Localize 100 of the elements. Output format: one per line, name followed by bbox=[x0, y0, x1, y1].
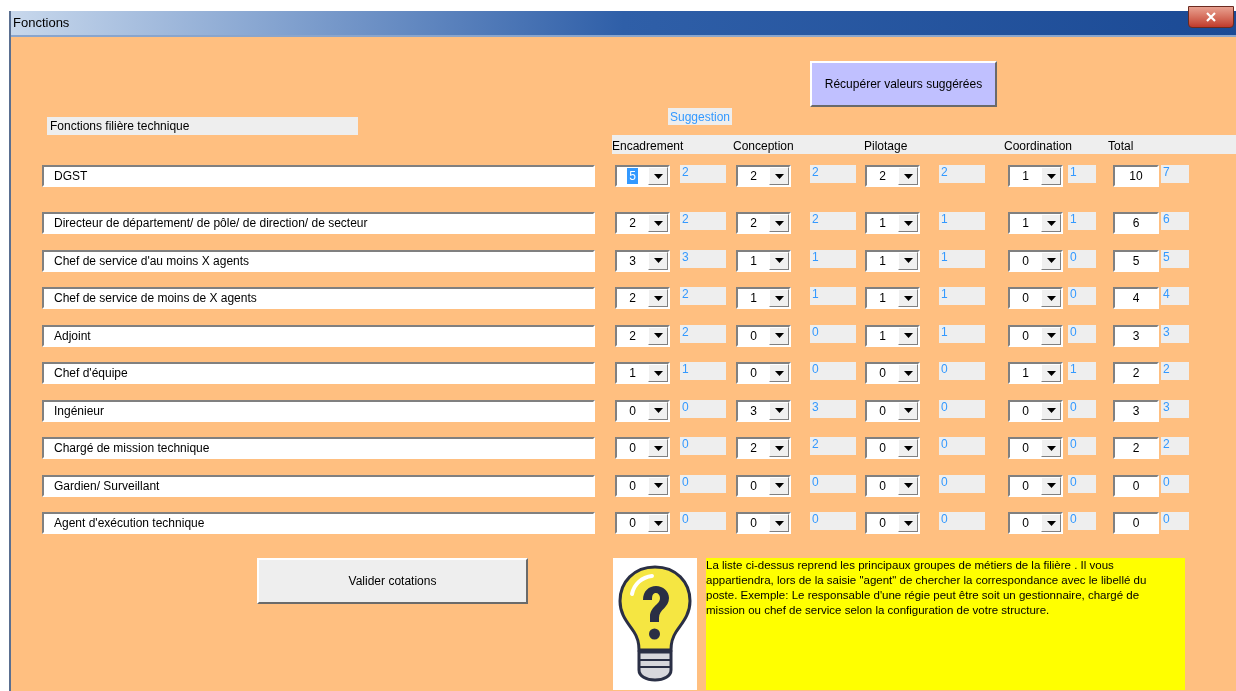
dropdown[interactable]: 1 bbox=[736, 249, 791, 272]
dropdown-button[interactable] bbox=[898, 289, 918, 307]
dropdown[interactable]: 2 bbox=[736, 165, 791, 187]
dropdown[interactable]: 1 bbox=[736, 287, 791, 309]
dropdown[interactable]: 0 bbox=[615, 474, 670, 497]
function-name-field[interactable]: Chef de service de moins de X agents bbox=[42, 287, 595, 309]
dropdown-button[interactable] bbox=[648, 401, 668, 420]
dropdown-button[interactable] bbox=[898, 251, 918, 270]
dropdown[interactable]: 0 bbox=[1008, 512, 1063, 534]
total-field[interactable]: 3 bbox=[1113, 399, 1159, 422]
dropdown-button[interactable] bbox=[1041, 326, 1061, 345]
validate-button[interactable]: Valider cotations bbox=[257, 557, 528, 604]
dropdown-button[interactable] bbox=[1041, 289, 1061, 307]
dropdown-button[interactable] bbox=[898, 167, 918, 185]
dropdown-button[interactable] bbox=[648, 167, 668, 185]
total-field[interactable]: 10 bbox=[1113, 165, 1159, 187]
total-field[interactable]: 6 bbox=[1113, 212, 1159, 234]
dropdown-button[interactable] bbox=[898, 439, 918, 457]
dropdown-button[interactable] bbox=[769, 476, 789, 495]
dropdown-button[interactable] bbox=[1041, 514, 1061, 532]
function-name-field[interactable]: Chef de service d'au moins X agents bbox=[42, 249, 595, 272]
total-field[interactable]: 4 bbox=[1113, 287, 1159, 309]
dropdown-button[interactable] bbox=[1041, 476, 1061, 495]
dropdown-button[interactable] bbox=[769, 514, 789, 532]
dropdown[interactable]: 0 bbox=[615, 437, 670, 459]
dropdown-button[interactable] bbox=[1041, 364, 1061, 382]
dropdown-button[interactable] bbox=[769, 251, 789, 270]
dropdown[interactable]: 2 bbox=[615, 212, 670, 234]
dropdown-button[interactable] bbox=[898, 326, 918, 345]
dropdown-button[interactable] bbox=[648, 439, 668, 457]
total-field[interactable]: 0 bbox=[1113, 474, 1159, 497]
dropdown-button[interactable] bbox=[1041, 167, 1061, 185]
dropdown[interactable]: 2 bbox=[736, 212, 791, 234]
dropdown-button[interactable] bbox=[898, 476, 918, 495]
dropdown[interactable]: 0 bbox=[736, 362, 791, 384]
dropdown[interactable]: 0 bbox=[615, 399, 670, 422]
dropdown[interactable]: 1 bbox=[615, 362, 670, 384]
suggest-values-button[interactable]: Récupérer valeurs suggérées bbox=[810, 61, 997, 107]
dropdown-button[interactable] bbox=[769, 289, 789, 307]
dropdown[interactable]: 3 bbox=[615, 249, 670, 272]
dropdown-button[interactable] bbox=[1041, 251, 1061, 270]
dropdown-button[interactable] bbox=[648, 514, 668, 532]
dropdown-button[interactable] bbox=[769, 401, 789, 420]
dropdown-button[interactable] bbox=[769, 326, 789, 345]
dropdown-button[interactable] bbox=[898, 401, 918, 420]
dropdown[interactable]: 0 bbox=[865, 399, 920, 422]
dropdown[interactable]: 0 bbox=[1008, 437, 1063, 459]
dropdown-button[interactable] bbox=[769, 214, 789, 232]
total-field[interactable]: 2 bbox=[1113, 437, 1159, 459]
dropdown-button[interactable] bbox=[648, 214, 668, 232]
dropdown-button[interactable] bbox=[898, 364, 918, 382]
dropdown[interactable]: 0 bbox=[1008, 399, 1063, 422]
dropdown-button[interactable] bbox=[1041, 214, 1061, 232]
dropdown-button[interactable] bbox=[648, 476, 668, 495]
dropdown[interactable]: 2 bbox=[736, 437, 791, 459]
dropdown[interactable]: 1 bbox=[1008, 212, 1063, 234]
dropdown[interactable]: 0 bbox=[615, 512, 670, 534]
dropdown[interactable]: 0 bbox=[865, 512, 920, 534]
dropdown-button[interactable] bbox=[769, 439, 789, 457]
dropdown[interactable]: 3 bbox=[736, 399, 791, 422]
dropdown[interactable]: 0 bbox=[865, 437, 920, 459]
dropdown-button[interactable] bbox=[1041, 439, 1061, 457]
function-name-field[interactable]: Chargé de mission technique bbox=[42, 437, 595, 459]
function-name-field[interactable]: Chef d'équipe bbox=[42, 362, 595, 384]
total-field[interactable]: 5 bbox=[1113, 249, 1159, 272]
function-name-field[interactable]: DGST bbox=[42, 165, 595, 187]
dropdown-button[interactable] bbox=[648, 364, 668, 382]
dropdown-button[interactable] bbox=[648, 251, 668, 270]
dropdown[interactable]: 0 bbox=[736, 512, 791, 534]
function-name-field[interactable]: Directeur de département/ de pôle/ de direction/ de secteur bbox=[42, 212, 595, 234]
total-field[interactable]: 0 bbox=[1113, 512, 1159, 534]
dropdown[interactable]: 2 bbox=[615, 287, 670, 309]
dropdown[interactable]: 2 bbox=[615, 324, 670, 347]
dropdown-button[interactable] bbox=[898, 514, 918, 532]
dropdown-button[interactable] bbox=[648, 289, 668, 307]
dropdown[interactable]: 0 bbox=[865, 474, 920, 497]
dropdown-button[interactable] bbox=[648, 326, 668, 345]
dropdown[interactable]: 0 bbox=[1008, 249, 1063, 272]
function-name-field[interactable]: Adjoint bbox=[42, 324, 595, 347]
dropdown[interactable]: 2 bbox=[865, 165, 920, 187]
function-name-field[interactable]: Ingénieur bbox=[42, 399, 595, 422]
dropdown[interactable]: 0 bbox=[1008, 474, 1063, 497]
dropdown-button[interactable] bbox=[1041, 401, 1061, 420]
dropdown[interactable]: 0 bbox=[736, 324, 791, 347]
dropdown[interactable]: 0 bbox=[1008, 287, 1063, 309]
dropdown[interactable]: 0 bbox=[1008, 324, 1063, 347]
function-name-field[interactable]: Agent d'exécution technique bbox=[42, 512, 595, 534]
dropdown[interactable]: 1 bbox=[865, 249, 920, 272]
dropdown[interactable]: 1 bbox=[865, 287, 920, 309]
dropdown[interactable]: 0 bbox=[736, 474, 791, 497]
dropdown-button[interactable] bbox=[898, 214, 918, 232]
function-name-field[interactable]: Gardien/ Surveillant bbox=[42, 474, 595, 497]
dropdown[interactable]: 1 bbox=[865, 324, 920, 347]
dropdown[interactable]: 1 bbox=[1008, 165, 1063, 187]
dropdown[interactable]: 0 bbox=[865, 362, 920, 384]
dropdown-button[interactable] bbox=[769, 364, 789, 382]
dropdown[interactable]: 1 bbox=[865, 212, 920, 234]
total-field[interactable]: 3 bbox=[1113, 324, 1159, 347]
close-button[interactable] bbox=[1188, 6, 1234, 28]
dropdown[interactable]: 1 bbox=[1008, 362, 1063, 384]
